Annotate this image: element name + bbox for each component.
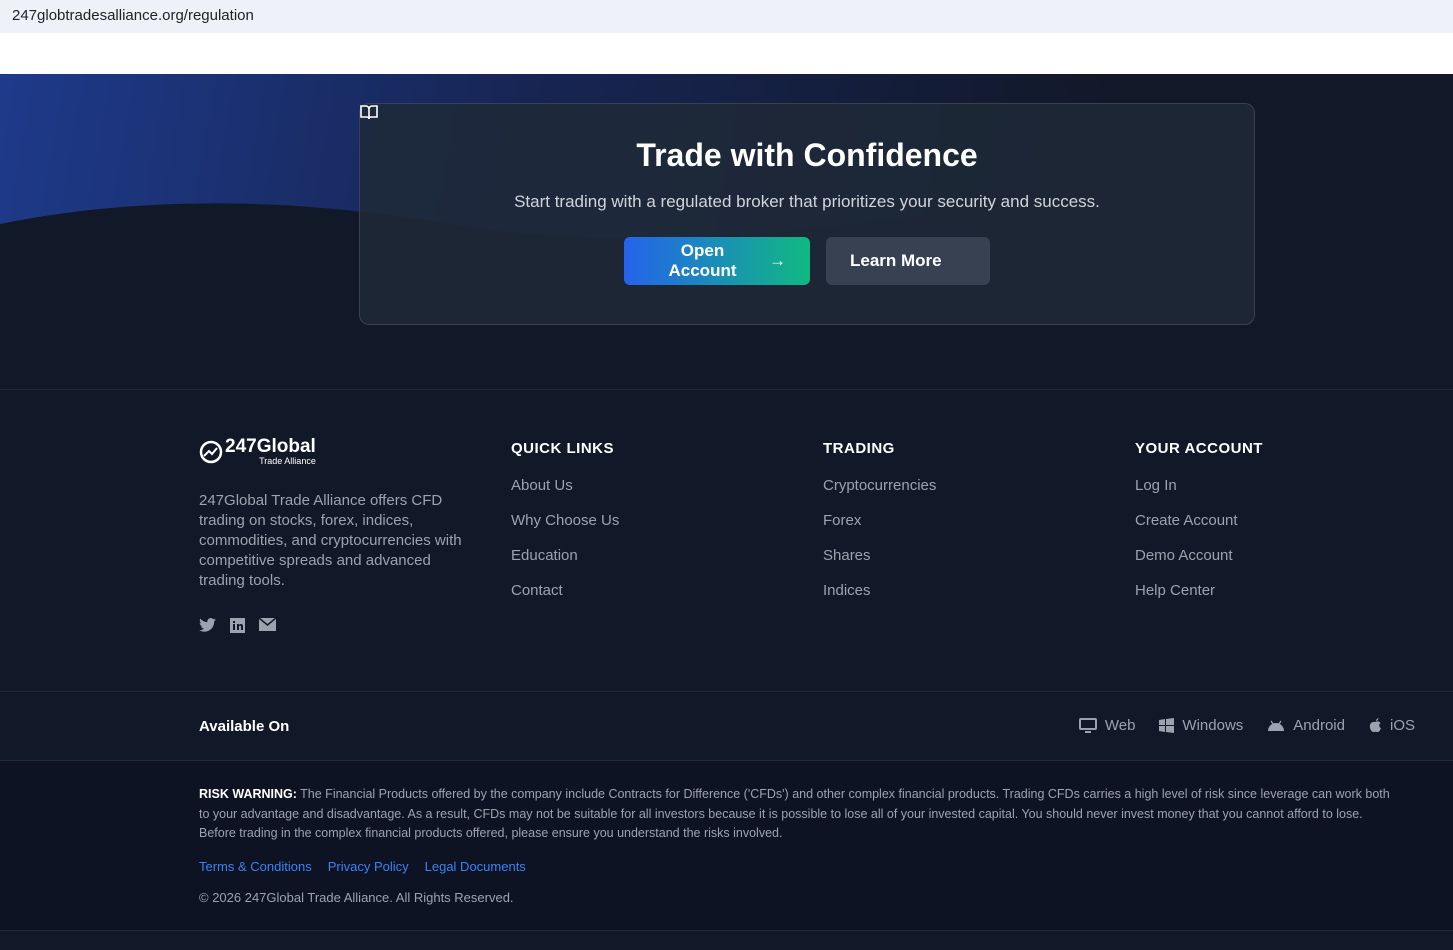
cta-subtitle: Start trading with a regulated broker th…: [514, 192, 1100, 211]
available-on-bar: Available On Web Windows Android iOS: [0, 691, 1453, 761]
link-shares[interactable]: Shares: [823, 547, 936, 564]
link-privacy-policy[interactable]: Privacy Policy: [328, 859, 409, 874]
link-cryptocurrencies[interactable]: Cryptocurrencies: [823, 477, 936, 494]
android-icon: [1268, 720, 1285, 731]
trading-column: TRADING Cryptocurrencies Forex Shares In…: [823, 440, 936, 617]
quick-links-column: QUICK LINKS About Us Why Choose Us Educa…: [511, 440, 619, 617]
platform-label: iOS: [1389, 717, 1415, 734]
available-on-label: Available On: [199, 718, 290, 735]
link-forex[interactable]: Forex: [823, 512, 936, 529]
risk-warning-text: The Financial Products offered by the co…: [199, 787, 1390, 840]
link-education[interactable]: Education: [511, 547, 619, 564]
footer-description: 247Global Trade Alliance offers CFD trad…: [199, 492, 462, 589]
platform-windows[interactable]: Windows: [1159, 717, 1243, 734]
arrow-right-icon: →: [769, 251, 786, 270]
column-heading: YOUR ACCOUNT: [1135, 440, 1263, 457]
platform-label: Android: [1293, 717, 1345, 734]
link-log-in[interactable]: Log In: [1135, 477, 1263, 494]
link-terms[interactable]: Terms & Conditions: [199, 859, 312, 874]
link-indices[interactable]: Indices: [823, 582, 936, 599]
url-text: 247globtradesalliance.org/regulation: [12, 7, 254, 24]
apple-icon: [1369, 718, 1381, 733]
windows-icon: [1159, 718, 1175, 733]
cta-section: Trade with Confidence Start trading with…: [0, 74, 1453, 390]
book-icon: [360, 105, 378, 120]
learn-more-label: Learn More: [850, 251, 942, 270]
footer: 247Global Trade Alliance 247Global Trade …: [0, 389, 1453, 950]
platform-label: Windows: [1182, 717, 1244, 734]
link-create-account[interactable]: Create Account: [1135, 512, 1263, 529]
linkedin-icon[interactable]: [230, 618, 245, 633]
link-contact[interactable]: Contact: [511, 582, 619, 599]
cta-title: Trade with Confidence: [636, 137, 978, 173]
legal-section: RISK WARNING: The Financial Products off…: [0, 761, 1453, 931]
link-demo-account[interactable]: Demo Account: [1135, 547, 1263, 564]
account-column: YOUR ACCOUNT Log In Create Account Demo …: [1135, 440, 1263, 617]
link-help-center[interactable]: Help Center: [1135, 582, 1263, 599]
platform-ios[interactable]: iOS: [1369, 717, 1415, 734]
address-bar[interactable]: 247globtradesalliance.org/regulation: [0, 0, 1453, 33]
column-heading: TRADING: [823, 440, 895, 457]
logo-globe-icon: [199, 440, 223, 464]
open-account-label: Open Account: [668, 241, 737, 280]
link-legal-documents[interactable]: Legal Documents: [425, 859, 526, 874]
cta-card: Trade with Confidence Start trading with…: [359, 103, 1255, 325]
monitor-icon: [1078, 717, 1097, 733]
risk-warning-label: RISK WARNING:: [199, 787, 297, 801]
logo[interactable]: 247Global Trade Alliance: [199, 436, 479, 466]
logo-sub-text: Trade Alliance: [259, 456, 316, 466]
learn-more-button[interactable]: Learn More: [360, 105, 990, 285]
link-why-choose-us[interactable]: Why Choose Us: [511, 512, 619, 529]
platform-label: Web: [1104, 717, 1136, 734]
blank-band: [0, 33, 1453, 74]
risk-warning: RISK WARNING: The Financial Products off…: [199, 785, 1393, 844]
column-heading: QUICK LINKS: [511, 440, 614, 457]
platform-android[interactable]: Android: [1267, 717, 1345, 734]
twitter-icon[interactable]: [199, 618, 216, 632]
platform-web[interactable]: Web: [1078, 717, 1136, 734]
email-icon[interactable]: [259, 618, 276, 631]
link-about-us[interactable]: About Us: [511, 477, 619, 494]
copyright: © 2026 247Global Trade Alliance. All Rig…: [199, 889, 514, 905]
logo-main-text: 247Global: [225, 436, 316, 457]
open-account-button[interactable]: Open Account →: [624, 237, 810, 285]
